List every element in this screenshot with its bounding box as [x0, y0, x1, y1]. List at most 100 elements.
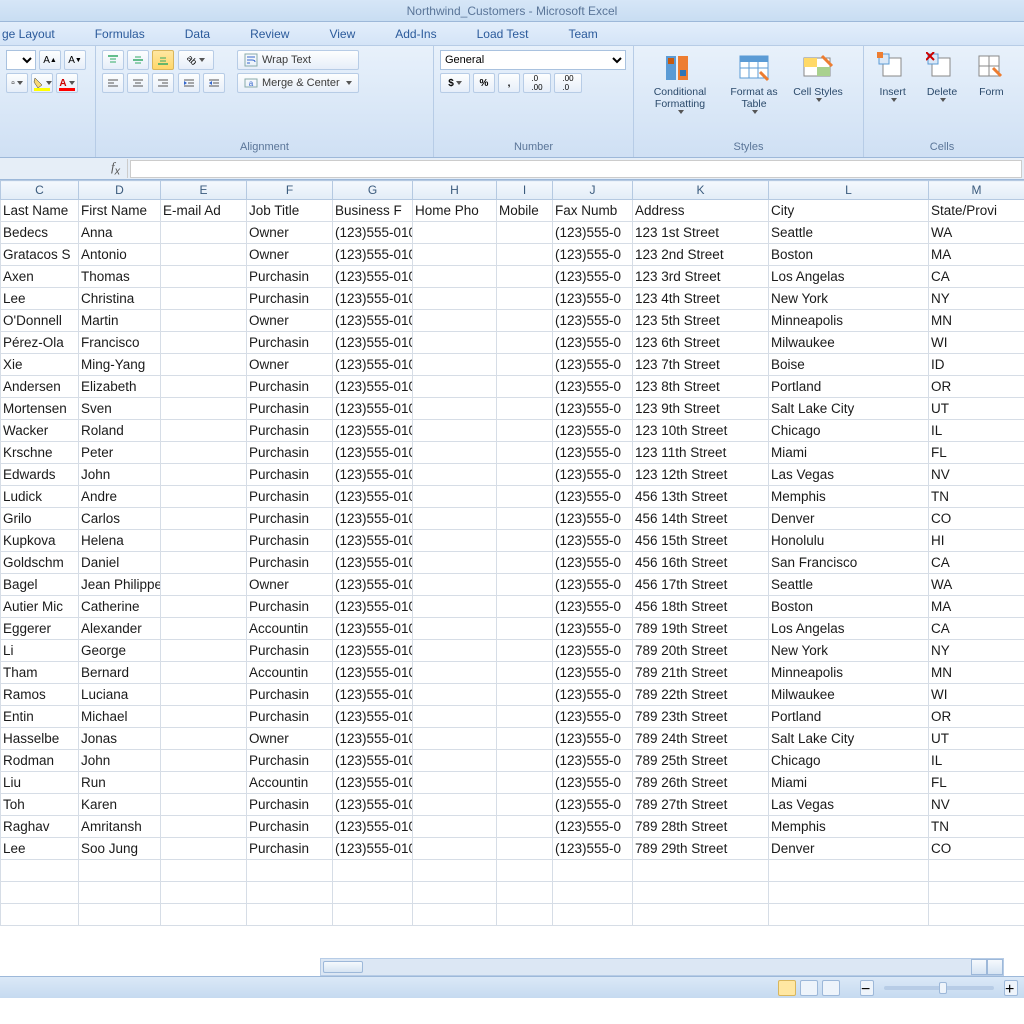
cell[interactable]	[497, 332, 553, 354]
cell[interactable]	[161, 860, 247, 882]
orientation-icon[interactable]: ab	[178, 50, 214, 70]
cell[interactable]: 789 20th Street	[633, 640, 769, 662]
column-header[interactable]: J	[553, 181, 633, 200]
cell[interactable]	[413, 772, 497, 794]
cell[interactable]: (123)555-0100	[333, 332, 413, 354]
cell[interactable]: Jean Philippe	[79, 574, 161, 596]
cell[interactable]: Portland	[769, 376, 929, 398]
cell[interactable]: Owner	[247, 310, 333, 332]
cell[interactable]	[161, 574, 247, 596]
cell[interactable]: 123 5th Street	[633, 310, 769, 332]
cell[interactable]: Michael	[79, 706, 161, 728]
cell[interactable]	[161, 420, 247, 442]
cell[interactable]: Owner	[247, 222, 333, 244]
cell[interactable]: (123)555-0	[553, 354, 633, 376]
cell[interactable]: UT	[929, 728, 1024, 750]
column-header[interactable]: E	[161, 181, 247, 200]
cell[interactable]	[161, 706, 247, 728]
cell[interactable]	[161, 904, 247, 926]
cell[interactable]: (123)555-0	[553, 618, 633, 640]
cell[interactable]	[553, 882, 633, 904]
cell[interactable]: 789 22th Street	[633, 684, 769, 706]
formula-input[interactable]	[130, 160, 1022, 178]
cell[interactable]	[497, 420, 553, 442]
cell[interactable]: Alexander	[79, 618, 161, 640]
cell[interactable]: 123 2nd Street	[633, 244, 769, 266]
cell[interactable]: Purchasin	[247, 332, 333, 354]
align-middle-icon[interactable]	[127, 50, 149, 70]
cell[interactable]	[1, 860, 79, 882]
cell[interactable]: 123 11th Street	[633, 442, 769, 464]
cell[interactable]: 123 12th Street	[633, 464, 769, 486]
cell[interactable]: Chicago	[769, 750, 929, 772]
cell[interactable]: Denver	[769, 508, 929, 530]
cell[interactable]: Memphis	[769, 486, 929, 508]
cell[interactable]	[413, 838, 497, 860]
column-header[interactable]: K	[633, 181, 769, 200]
cell[interactable]: 789 23th Street	[633, 706, 769, 728]
cell[interactable]: Purchasin	[247, 794, 333, 816]
cell[interactable]: OR	[929, 706, 1024, 728]
field-header-cell[interactable]: Job Title	[247, 200, 333, 222]
cell[interactable]	[1, 882, 79, 904]
cell[interactable]: (123)555-0100	[333, 376, 413, 398]
cell[interactable]: Purchasin	[247, 706, 333, 728]
cell[interactable]	[161, 816, 247, 838]
cell[interactable]: Sven	[79, 398, 161, 420]
cell[interactable]	[413, 508, 497, 530]
field-header-cell[interactable]: Fax Numb	[553, 200, 633, 222]
column-header[interactable]: L	[769, 181, 929, 200]
align-left-icon[interactable]	[102, 73, 124, 93]
cell[interactable]	[413, 332, 497, 354]
cell[interactable]	[497, 750, 553, 772]
cell[interactable]	[413, 706, 497, 728]
cell[interactable]: (123)555-0100	[333, 266, 413, 288]
cell[interactable]: 789 28th Street	[633, 816, 769, 838]
cell[interactable]	[161, 266, 247, 288]
field-header-cell[interactable]: Address	[633, 200, 769, 222]
cell[interactable]: Kupkova	[1, 530, 79, 552]
cell[interactable]: Las Vegas	[769, 794, 929, 816]
cell[interactable]: NY	[929, 288, 1024, 310]
scroll-left-icon[interactable]	[971, 959, 987, 975]
cell[interactable]: (123)555-0	[553, 706, 633, 728]
cell[interactable]	[497, 574, 553, 596]
zoom-slider-thumb[interactable]	[939, 982, 947, 994]
cell[interactable]: Owner	[247, 574, 333, 596]
cell[interactable]	[497, 508, 553, 530]
cell[interactable]: Las Vegas	[769, 464, 929, 486]
zoom-in-icon[interactable]: +	[1004, 980, 1018, 996]
cell[interactable]	[413, 640, 497, 662]
currency-icon[interactable]: $	[440, 73, 470, 93]
cell[interactable]	[413, 794, 497, 816]
cell[interactable]: CA	[929, 266, 1024, 288]
cell[interactable]: (123)555-0100	[333, 442, 413, 464]
cell[interactable]: 789 19th Street	[633, 618, 769, 640]
cell[interactable]	[413, 266, 497, 288]
cell[interactable]	[333, 904, 413, 926]
font-size-combo[interactable]	[6, 50, 36, 70]
cell[interactable]	[497, 354, 553, 376]
cell[interactable]: (123)555-0100	[333, 574, 413, 596]
field-header-cell[interactable]: State/Provi	[929, 200, 1024, 222]
cell[interactable]: (123)555-0100	[333, 662, 413, 684]
field-header-cell[interactable]: City	[769, 200, 929, 222]
cell[interactable]: Daniel	[79, 552, 161, 574]
cell[interactable]	[161, 310, 247, 332]
zoom-slider[interactable]	[884, 986, 994, 990]
cell[interactable]: (123)555-0100	[333, 530, 413, 552]
cell[interactable]	[633, 882, 769, 904]
tab-page-layout[interactable]: ge Layout	[0, 24, 57, 44]
cell[interactable]	[413, 662, 497, 684]
cell[interactable]: Andersen	[1, 376, 79, 398]
cell[interactable]	[413, 596, 497, 618]
cell[interactable]	[497, 310, 553, 332]
cell[interactable]	[161, 728, 247, 750]
cell[interactable]	[413, 244, 497, 266]
cell[interactable]	[161, 838, 247, 860]
cell[interactable]: Denver	[769, 838, 929, 860]
cell[interactable]: Purchasin	[247, 442, 333, 464]
cell[interactable]: NV	[929, 464, 1024, 486]
cell[interactable]: Gratacos S	[1, 244, 79, 266]
cell[interactable]	[497, 442, 553, 464]
